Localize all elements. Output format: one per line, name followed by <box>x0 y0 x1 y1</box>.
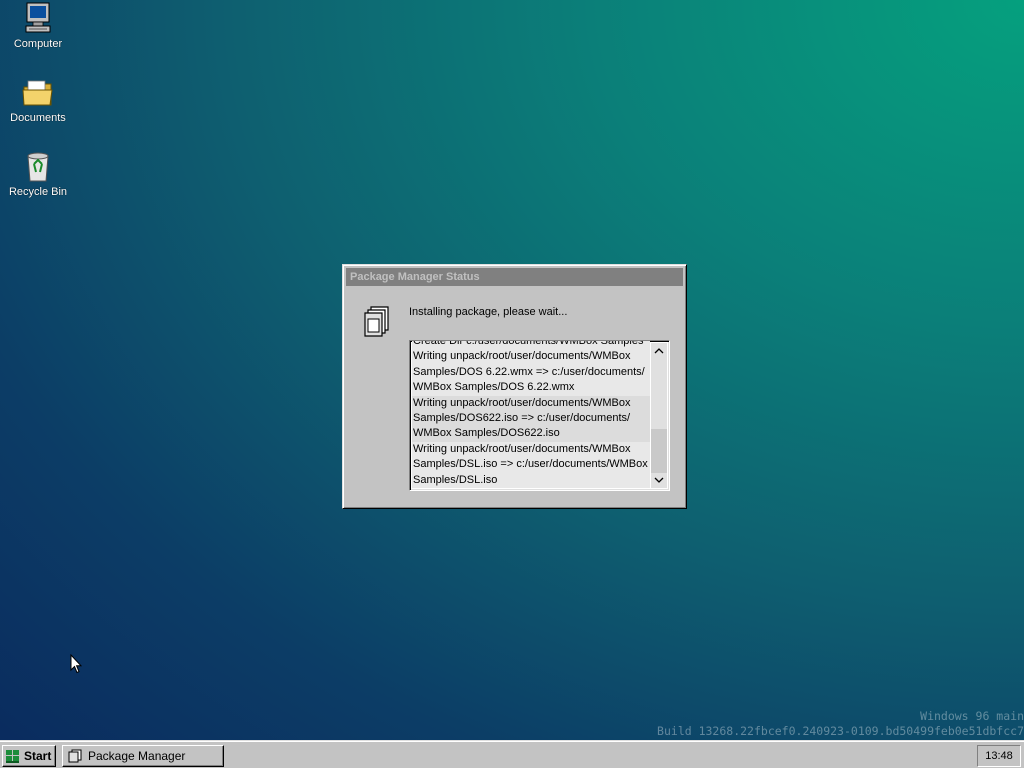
clock[interactable]: 13:48 <box>977 745 1021 767</box>
taskbar-item-package-manager[interactable]: Package Manager <box>62 745 224 767</box>
package-icon <box>364 306 389 337</box>
log-line: WMBox Samples/DOS622.iso <box>412 426 650 442</box>
desktop-icon-documents[interactable]: Documents <box>0 76 76 124</box>
build-watermark: Windows 96 main Build 13268.22fbcef0.240… <box>657 709 1024 739</box>
desktop-icon-label: Recycle Bin <box>8 186 68 198</box>
log-scrollbar[interactable] <box>651 343 667 488</box>
desktop-icon-label: Documents <box>10 112 66 124</box>
log-line: WMBox Samples/DOS 6.22.wmx <box>412 380 650 396</box>
start-logo-icon <box>6 750 19 763</box>
dialog-title[interactable]: Package Manager Status <box>346 268 683 286</box>
scroll-thumb[interactable] <box>651 429 667 473</box>
desktop-icon-computer[interactable]: Computer <box>0 2 76 50</box>
scroll-down-button[interactable] <box>651 472 667 488</box>
start-button[interactable]: Start <box>2 745 56 767</box>
build-line-1: Windows 96 main <box>920 709 1024 723</box>
desktop-icon-recycle-bin[interactable]: Recycle Bin <box>0 150 76 198</box>
chevron-up-icon <box>654 348 664 354</box>
taskbar: Start Package Manager 13:48 <box>0 740 1024 768</box>
install-log[interactable]: Create Dir c:/user/documents/WMBox Sampl… <box>409 340 670 491</box>
log-line: Create Dir c:/user/documents/WMBox Sampl… <box>412 341 650 350</box>
log-line: Samples/DOS622.iso => c:/user/documents/ <box>412 411 650 427</box>
log-line: Samples/DOS 6.22.wmx => c:/user/document… <box>412 364 650 381</box>
log-line: Samples/DSL.iso <box>412 472 650 489</box>
desktop-icon-label: Computer <box>13 38 63 50</box>
recycle-bin-icon <box>27 152 49 182</box>
log-lines: Create Dir c:/user/documents/WMBox Sampl… <box>412 341 650 489</box>
log-line: Writing unpack/root/user/documents/WMBox <box>412 349 650 365</box>
taskbar-item-label: Package Manager <box>88 749 186 763</box>
package-manager-status-dialog[interactable]: Package Manager Status Installing packag… <box>342 264 687 509</box>
computer-icon <box>25 2 51 33</box>
scroll-up-button[interactable] <box>651 343 667 359</box>
build-line-2: Build 13268.22fbcef0.240923-0109.bd50499… <box>657 724 1024 738</box>
status-message: Installing package, please wait... <box>409 306 568 318</box>
log-line: Samples/DSL.iso => c:/user/documents/WMB… <box>412 457 650 473</box>
start-label: Start <box>24 749 52 763</box>
folder-icon <box>22 80 53 106</box>
mouse-cursor-icon <box>70 654 82 674</box>
log-line: Writing unpack/root/user/documents/WMBox <box>412 441 650 458</box>
chevron-down-icon <box>654 477 664 483</box>
package-icon <box>68 749 82 763</box>
log-line: Writing unpack/root/user/documents/WMBox <box>412 395 650 412</box>
